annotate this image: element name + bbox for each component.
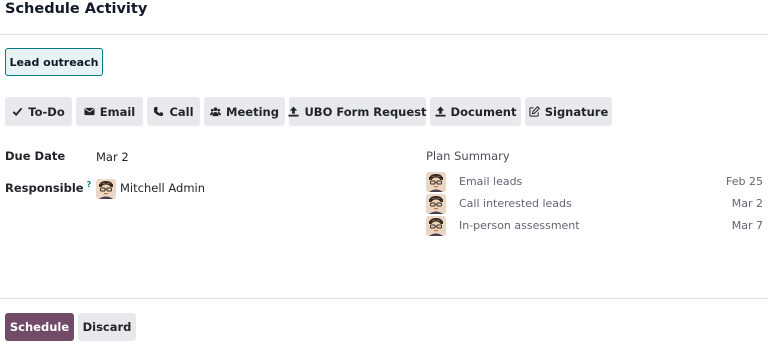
discard-button[interactable]: Discard <box>78 313 136 341</box>
avatar <box>96 179 116 199</box>
upload-icon <box>288 106 300 117</box>
plan-summary-title: Plan Summary <box>426 149 510 163</box>
due-date-label: Due Date <box>5 149 66 163</box>
avatar <box>426 194 446 214</box>
activity-type-email-button[interactable]: Email <box>76 97 143 126</box>
activity-type-label: UBO Form Request <box>304 104 427 119</box>
activity-type-document-button[interactable]: Document <box>430 97 521 126</box>
dialog-title: Schedule Activity <box>5 1 148 17</box>
plan-summary-item-date: Feb 25 <box>726 175 763 188</box>
due-date-field[interactable]: Mar 2 <box>96 150 129 164</box>
activity-type-meeting-button[interactable]: Meeting <box>204 97 285 126</box>
activity-type-label: Email <box>99 104 136 119</box>
plan-summary-item-date: Mar 2 <box>731 197 763 210</box>
check-icon <box>13 107 23 117</box>
plan-summary-item-date: Mar 7 <box>731 219 763 232</box>
plan-summary-item: Email leads Feb 25 <box>426 172 768 192</box>
activity-type-label: To-Do <box>28 104 65 119</box>
plan-lead-outreach-button[interactable]: Lead outreach <box>5 48 103 76</box>
activity-type-label: Document <box>450 104 517 119</box>
schedule-activity-dialog: Schedule Activity Lead outreach To-Do Em… <box>0 0 768 345</box>
pencil-square-icon <box>529 106 540 117</box>
activity-type-label: Signature <box>544 104 609 119</box>
activity-type-label: Meeting <box>226 104 279 119</box>
plan-summary-item: In-person assessment Mar 7 <box>426 216 768 236</box>
responsible-label: Responsible? <box>5 180 91 195</box>
plan-summary-item-label: Call interested leads <box>459 197 572 210</box>
upload-icon <box>434 106 446 117</box>
activity-type-call-button[interactable]: Call <box>147 97 200 126</box>
users-icon <box>210 107 222 117</box>
activity-type-ubo-form-request-button[interactable]: UBO Form Request <box>288 97 427 126</box>
plan-summary-item-label: Email leads <box>459 175 523 188</box>
help-tooltip-icon[interactable]: ? <box>87 180 92 189</box>
envelope-icon <box>84 107 95 116</box>
activity-type-label: Call <box>169 104 194 119</box>
dialog-footer: Schedule Discard <box>0 298 768 345</box>
responsible-user-name: Mitchell Admin <box>120 181 206 195</box>
phone-icon <box>154 106 164 117</box>
plan-summary-item: Call interested leads Mar 2 <box>426 194 768 214</box>
plan-summary-item-label: In-person assessment <box>459 219 580 232</box>
dialog-header: Schedule Activity <box>0 0 768 35</box>
activity-type-todo-button[interactable]: To-Do <box>5 97 72 126</box>
avatar <box>426 216 446 236</box>
avatar <box>426 172 446 192</box>
activity-type-signature-button[interactable]: Signature <box>525 97 612 126</box>
schedule-button[interactable]: Schedule <box>5 313 74 341</box>
responsible-label-text: Responsible <box>5 180 84 195</box>
